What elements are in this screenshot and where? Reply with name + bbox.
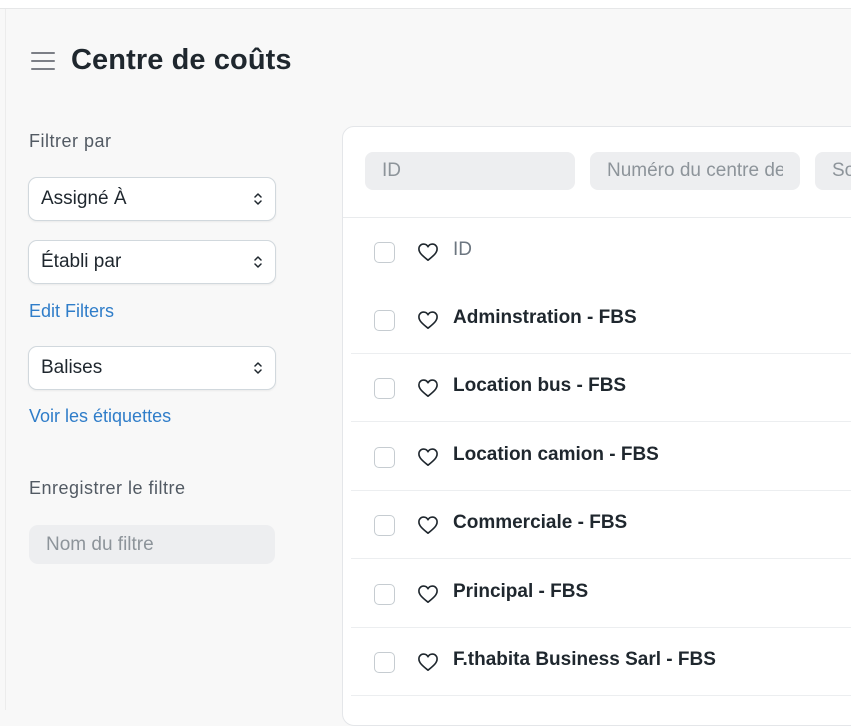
row-title[interactable]: Commerciale - FBS bbox=[453, 512, 627, 534]
heart-icon[interactable] bbox=[417, 652, 439, 672]
select-chevron-icon bbox=[254, 362, 262, 374]
row-title[interactable]: Adminstration - FBS bbox=[453, 307, 637, 329]
row-title[interactable]: Location bus - FBS bbox=[453, 375, 626, 397]
row-title[interactable]: Principal - FBS bbox=[453, 581, 588, 603]
row-checkbox[interactable] bbox=[374, 310, 395, 331]
top-navbar bbox=[0, 0, 851, 9]
row-checkbox[interactable] bbox=[374, 447, 395, 468]
select-chevron-icon bbox=[254, 193, 262, 205]
select-all-checkbox[interactable] bbox=[374, 242, 395, 263]
list-row[interactable]: Location bus - FBS bbox=[351, 354, 851, 422]
save-filter-label: Enregistrer le filtre bbox=[29, 478, 186, 498]
list-row[interactable]: Adminstration - FBS bbox=[351, 286, 851, 354]
left-border bbox=[5, 9, 6, 710]
row-checkbox[interactable] bbox=[374, 652, 395, 673]
cost-center-number-search-input[interactable] bbox=[590, 152, 800, 190]
heart-icon[interactable] bbox=[417, 515, 439, 535]
created-by-value: Établi par bbox=[41, 251, 122, 272]
assigned-to-select[interactable]: Assigné À bbox=[28, 177, 276, 221]
row-checkbox[interactable] bbox=[374, 584, 395, 605]
heart-icon[interactable] bbox=[417, 447, 439, 467]
page-title: Centre de coûts bbox=[71, 44, 292, 76]
heart-icon[interactable] bbox=[417, 378, 439, 398]
row-checkbox[interactable] bbox=[374, 378, 395, 399]
id-column-header: ID bbox=[453, 239, 472, 260]
edit-filters-link[interactable]: Edit Filters bbox=[29, 301, 114, 322]
list-row[interactable]: Location camion - FBS bbox=[351, 423, 851, 491]
filter-name-input[interactable] bbox=[29, 525, 275, 564]
filter-by-label: Filtrer par bbox=[29, 131, 112, 151]
list-row[interactable]: Commerciale - FBS bbox=[351, 491, 851, 559]
hamburger-menu-icon[interactable] bbox=[30, 50, 56, 72]
heart-icon[interactable] bbox=[417, 310, 439, 330]
list-row[interactable]: F.thabita Business Sarl - FBS bbox=[351, 628, 851, 696]
list-panel: ID Adminstration - FBS Location bus - FB… bbox=[342, 126, 851, 726]
id-search-input[interactable] bbox=[365, 152, 575, 190]
select-chevron-icon bbox=[254, 256, 262, 268]
assigned-to-value: Assigné À bbox=[41, 188, 127, 209]
heart-icon[interactable] bbox=[417, 242, 439, 262]
row-checkbox[interactable] bbox=[374, 515, 395, 536]
page-header: Centre de coûts bbox=[30, 44, 292, 77]
list-row[interactable]: Principal - FBS bbox=[351, 560, 851, 628]
show-tags-link[interactable]: Voir les étiquettes bbox=[29, 406, 171, 427]
tags-select[interactable]: Balises bbox=[28, 346, 276, 390]
row-title[interactable]: F.thabita Business Sarl - FBS bbox=[453, 649, 716, 671]
list-header-row: ID bbox=[351, 218, 851, 286]
row-title[interactable]: Location camion - FBS bbox=[453, 444, 659, 466]
company-search-input[interactable] bbox=[815, 152, 851, 190]
list-filter-bar bbox=[343, 127, 851, 218]
tags-value: Balises bbox=[41, 357, 103, 378]
created-by-select[interactable]: Établi par bbox=[28, 240, 276, 284]
heart-icon[interactable] bbox=[417, 584, 439, 604]
